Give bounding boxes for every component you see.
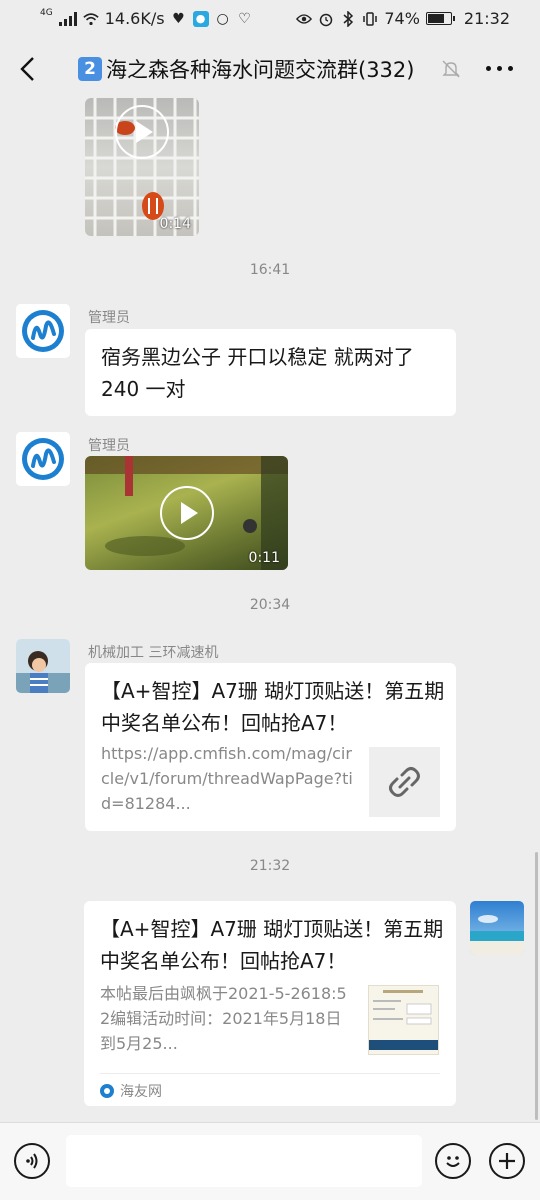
webpage-thumbnail: [369, 990, 438, 1050]
scrollbar[interactable]: [535, 852, 538, 1120]
play-icon[interactable]: [159, 486, 214, 540]
dot-icon: [508, 66, 513, 71]
card-divider: [100, 1073, 440, 1074]
child-photo-avatar: [16, 639, 70, 693]
battery-icon: [425, 12, 455, 25]
chevron-left-icon: [20, 57, 34, 81]
link-card-description: 本帖最后由飒枫于2021-5-2618:52编辑活动时间：2021年5月18日到…: [100, 984, 347, 1053]
link-icon: [389, 767, 420, 797]
source-logo-icon: [100, 1084, 114, 1098]
clock: 21:32: [463, 9, 510, 28]
vibrate-icon: [362, 11, 378, 27]
timestamp: 16:41: [249, 262, 291, 278]
sender-name: 管理员: [88, 310, 130, 326]
more-options-button[interactable]: [486, 66, 513, 71]
health-app-icon: ♡: [238, 10, 251, 27]
link-thumbnail: [369, 747, 440, 817]
avatar[interactable]: [16, 639, 70, 693]
avatar[interactable]: [470, 901, 524, 955]
signal-icon: [58, 11, 77, 26]
voice-button[interactable]: [14, 1143, 50, 1179]
link-thumbnail: [368, 985, 439, 1055]
sender-name: 机械加工 三环减速机: [88, 645, 219, 661]
video-duration: 0:11: [248, 550, 280, 566]
sender-name: 管理员: [88, 438, 130, 454]
bluetooth-icon: [340, 10, 356, 27]
beach-photo-avatar: [470, 901, 524, 955]
more-functions-button[interactable]: [489, 1143, 525, 1179]
chat-area[interactable]: 0:14 16:41 管理员 宿务黑边公子 开口以稳定 就两对了 240 一对 …: [0, 98, 540, 1122]
network-type: 4G: [40, 7, 53, 18]
plus-icon: [499, 1153, 515, 1169]
voice-icon: [26, 1153, 38, 1169]
link-card-url: https://app.cmfish.com/mag/circle/v1/for…: [101, 744, 353, 813]
wifi-icon: [83, 11, 99, 27]
message-input[interactable]: [66, 1135, 422, 1187]
link-card-title: 【A+智控】A7珊 瑚灯顶贴送！第五期中奖名单公布！回帖抢A7！: [100, 917, 444, 973]
logo-avatar-icon: [16, 304, 70, 358]
video-message[interactable]: 0:14: [85, 98, 199, 236]
alarm-icon: [318, 11, 334, 27]
link-card-bubble[interactable]: 【A+智控】A7珊 瑚灯顶贴送！第五期中奖名单公布！回帖抢A7！ https:/…: [85, 663, 456, 831]
keycap-badge: 2: [78, 57, 102, 81]
status-bar: 4G 14.6K/s ♥ ● ○ ♡ 74% 21:32: [0, 0, 540, 38]
video-message[interactable]: 0:11: [85, 456, 288, 570]
dot-icon: [497, 66, 502, 71]
network-speed: 14.6K/s: [104, 9, 165, 28]
link-card-bubble[interactable]: 【A+智控】A7珊 瑚灯顶贴送！第五期中奖名单公布！回帖抢A7！ 本帖最后由飒枫…: [84, 901, 456, 1106]
timestamp: 20:34: [249, 597, 291, 613]
heart-app-icon: ♥: [172, 10, 185, 27]
dot-icon: [486, 66, 491, 71]
mute-bell-icon: [440, 58, 462, 80]
text-message-bubble[interactable]: 宿务黑边公子 开口以稳定 就两对了 240 一对: [85, 329, 456, 416]
battery-percent: 74%: [384, 9, 420, 28]
chat-header: 2 海之森各种海水问题交流群(332): [0, 40, 540, 98]
app-notification-icon: ●: [192, 10, 209, 27]
play-icon[interactable]: [115, 105, 169, 159]
link-card-title: 【A+智控】A7珊 瑚灯顶贴送！第五期中奖名单公布！回帖抢A7！: [101, 679, 445, 735]
emoji-button[interactable]: [435, 1143, 471, 1179]
avatar[interactable]: [16, 432, 70, 486]
source-name: 海友网: [120, 1084, 162, 1100]
video-duration: 0:14: [159, 216, 191, 232]
timestamp: 21:32: [249, 858, 291, 874]
smiley-icon: [446, 1156, 460, 1167]
back-button[interactable]: [14, 52, 44, 86]
group-name: 海之森各种海水问题交流群(332): [106, 58, 415, 82]
message-text: 宿务黑边公子 开口以稳定 就两对了 240 一对: [101, 345, 414, 401]
link-source: 海友网: [100, 1081, 162, 1101]
avatar[interactable]: [16, 304, 70, 358]
input-bar: [0, 1122, 540, 1200]
chat-title: 2 海之森各种海水问题交流群(332): [78, 54, 414, 84]
eye-icon: [296, 11, 313, 27]
logo-avatar-icon: [16, 432, 70, 486]
circle-app-icon: ○: [216, 10, 229, 27]
